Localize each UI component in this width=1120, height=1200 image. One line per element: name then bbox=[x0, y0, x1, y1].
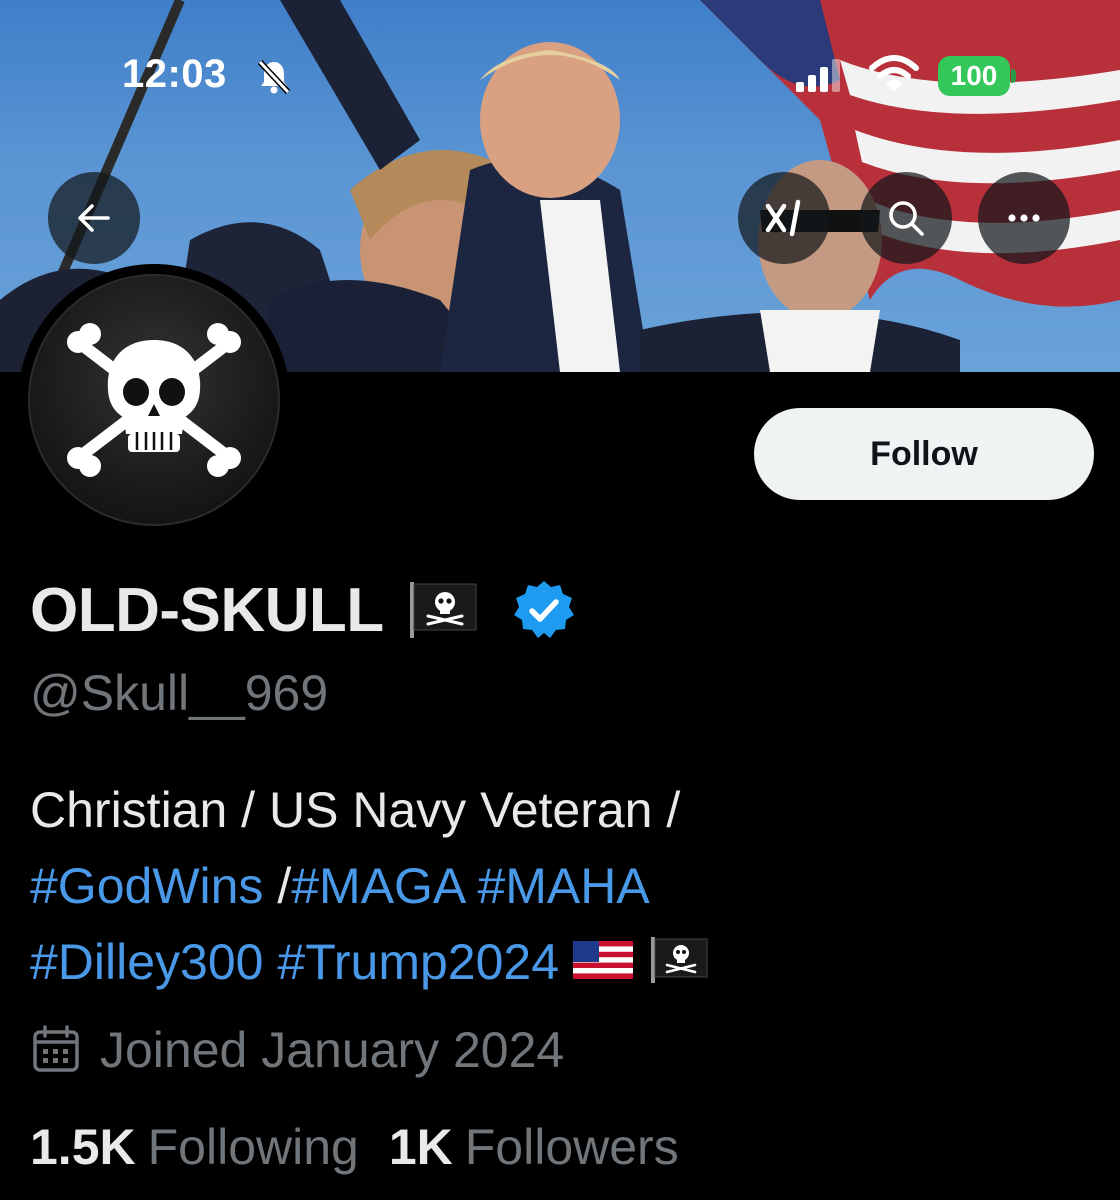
joined-date-row: Joined January 2024 bbox=[30, 1018, 564, 1082]
arrow-left-icon bbox=[78, 204, 110, 232]
wifi-icon bbox=[869, 55, 919, 92]
skull-crossbones-icon bbox=[67, 323, 241, 477]
battery-cap bbox=[1011, 69, 1016, 83]
search-icon bbox=[889, 201, 924, 236]
calendar-icon bbox=[33, 1025, 79, 1072]
battery-level: 100 bbox=[938, 56, 1010, 96]
display-name-row: OLD-SKULL bbox=[30, 574, 576, 646]
follow-button[interactable]: Follow bbox=[754, 408, 1094, 500]
hashtag-link[interactable]: #Trump2024 bbox=[277, 934, 559, 990]
avatar-image bbox=[28, 274, 280, 526]
profile-bio: Christian / US Navy Veteran / #GodWins /… bbox=[30, 772, 1090, 1000]
joined-date: Joined January 2024 bbox=[100, 1022, 565, 1078]
following-label: Following bbox=[147, 1119, 359, 1175]
hashtag-link[interactable]: #Dilley300 bbox=[30, 934, 263, 990]
status-time: 12:03 bbox=[122, 52, 227, 96]
hashtag-link[interactable]: #MAGA bbox=[291, 858, 463, 914]
followers-count: 1K bbox=[388, 1119, 453, 1175]
us-flag-icon bbox=[573, 941, 634, 979]
more-dots-icon bbox=[1008, 214, 1040, 222]
hashtag-link[interactable]: #MAHA bbox=[477, 858, 649, 914]
grok-button[interactable] bbox=[738, 172, 830, 264]
battery-indicator: 100 bbox=[938, 56, 1016, 96]
hashtag-link[interactable]: #GodWins bbox=[30, 858, 263, 914]
back-button[interactable] bbox=[48, 172, 140, 264]
bio-line-3: #Dilley300 #Trump2024 bbox=[30, 924, 1090, 1000]
avatar[interactable] bbox=[18, 264, 290, 536]
verified-badge-icon bbox=[513, 581, 574, 638]
search-button[interactable] bbox=[860, 172, 952, 264]
bio-line-1: Christian / US Navy Veteran / bbox=[30, 782, 681, 838]
bell-muted-icon bbox=[257, 59, 291, 95]
bio-line-2: #GodWins /#MAGA #MAHA bbox=[30, 848, 1090, 924]
followers-link[interactable]: 1K Followers bbox=[389, 1118, 679, 1176]
following-link[interactable]: 1.5K Following bbox=[30, 1118, 359, 1176]
user-handle: @Skull__969 bbox=[30, 665, 329, 721]
pirate-flag-icon bbox=[409, 582, 477, 638]
more-options-button[interactable] bbox=[978, 172, 1070, 264]
cellular-signal-icon bbox=[796, 59, 840, 92]
grok-icon bbox=[765, 199, 801, 237]
followers-label: Followers bbox=[464, 1119, 679, 1175]
pirate-flag-icon bbox=[651, 937, 708, 983]
following-count: 1.5K bbox=[30, 1119, 136, 1175]
bio-separator: / bbox=[263, 858, 292, 914]
display-name: OLD-SKULL bbox=[30, 575, 384, 645]
follow-stats: 1.5K Following 1K Followers bbox=[30, 1118, 679, 1176]
